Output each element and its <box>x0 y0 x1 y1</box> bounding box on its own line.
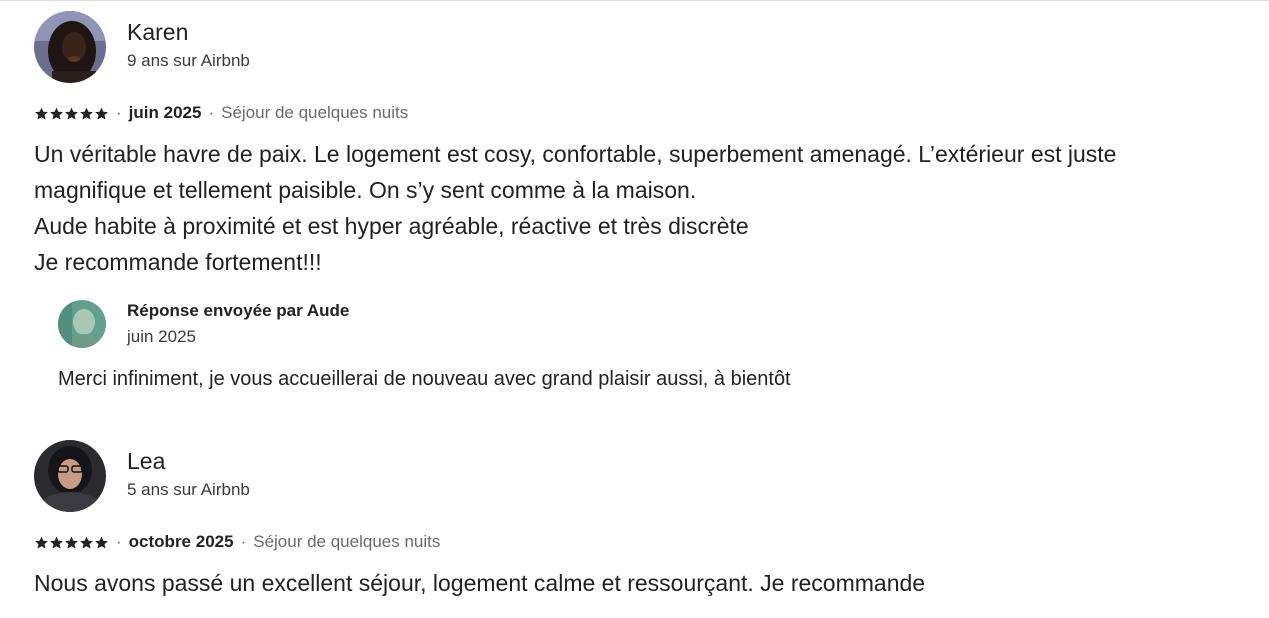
reviewer-tenure: 9 ans sur Airbnb <box>127 51 250 70</box>
top-divider <box>0 0 1269 1</box>
review-author[interactable]: Lea 5 ans sur Airbnb <box>34 440 1234 512</box>
star-icon <box>34 107 49 120</box>
reviewer-name: Karen <box>127 19 189 45</box>
response-date: juin 2025 <box>127 327 197 346</box>
stay-length: Séjour de quelques nuits <box>221 103 409 122</box>
review-body: Nous avons passé un excellent séjour, lo… <box>34 570 926 596</box>
star-icon <box>64 107 79 120</box>
meta-separator: · <box>240 532 247 551</box>
star-icon <box>34 536 49 549</box>
review-card: Lea 5 ans sur Airbnb · octobre 2025 · Sé… <box>34 440 1234 601</box>
rating-stars <box>34 107 109 120</box>
response-body: Merci infiniment, je vous accueillerai d… <box>58 368 791 390</box>
avatar[interactable] <box>34 11 106 83</box>
review-date: octobre 2025 <box>128 532 234 551</box>
response-title: Réponse envoyée par Aude <box>127 301 350 320</box>
rating-stars <box>34 536 109 549</box>
star-icon <box>94 536 109 549</box>
review-body: Un véritable havre de paix. Le logement … <box>34 141 1117 275</box>
avatar[interactable] <box>34 440 106 512</box>
meta-separator: · <box>116 103 122 122</box>
stay-length: Séjour de quelques nuits <box>253 532 441 551</box>
review-meta: · juin 2025 · Séjour de quelques nuits <box>34 102 1234 124</box>
star-icon <box>49 536 64 549</box>
meta-separator: · <box>116 532 122 551</box>
host-avatar[interactable] <box>58 300 106 348</box>
star-icon <box>94 107 109 120</box>
host-response: Réponse envoyée par Aude juin 2025 Merci… <box>58 298 1208 392</box>
star-icon <box>79 536 94 549</box>
meta-separator: · <box>208 103 215 122</box>
review-author[interactable]: Karen 9 ans sur Airbnb <box>34 11 1234 83</box>
review-date: juin 2025 <box>128 103 202 122</box>
response-header: Réponse envoyée par Aude juin 2025 <box>58 298 1208 350</box>
star-icon <box>49 107 64 120</box>
review-card: Karen 9 ans sur Airbnb · juin 2025 · Séj… <box>34 11 1234 280</box>
review-meta: · octobre 2025 · Séjour de quelques nuit… <box>34 531 1234 553</box>
reviewer-tenure: 5 ans sur Airbnb <box>127 480 250 499</box>
reviewer-name: Lea <box>127 448 166 474</box>
star-icon <box>79 107 94 120</box>
star-icon <box>64 536 79 549</box>
